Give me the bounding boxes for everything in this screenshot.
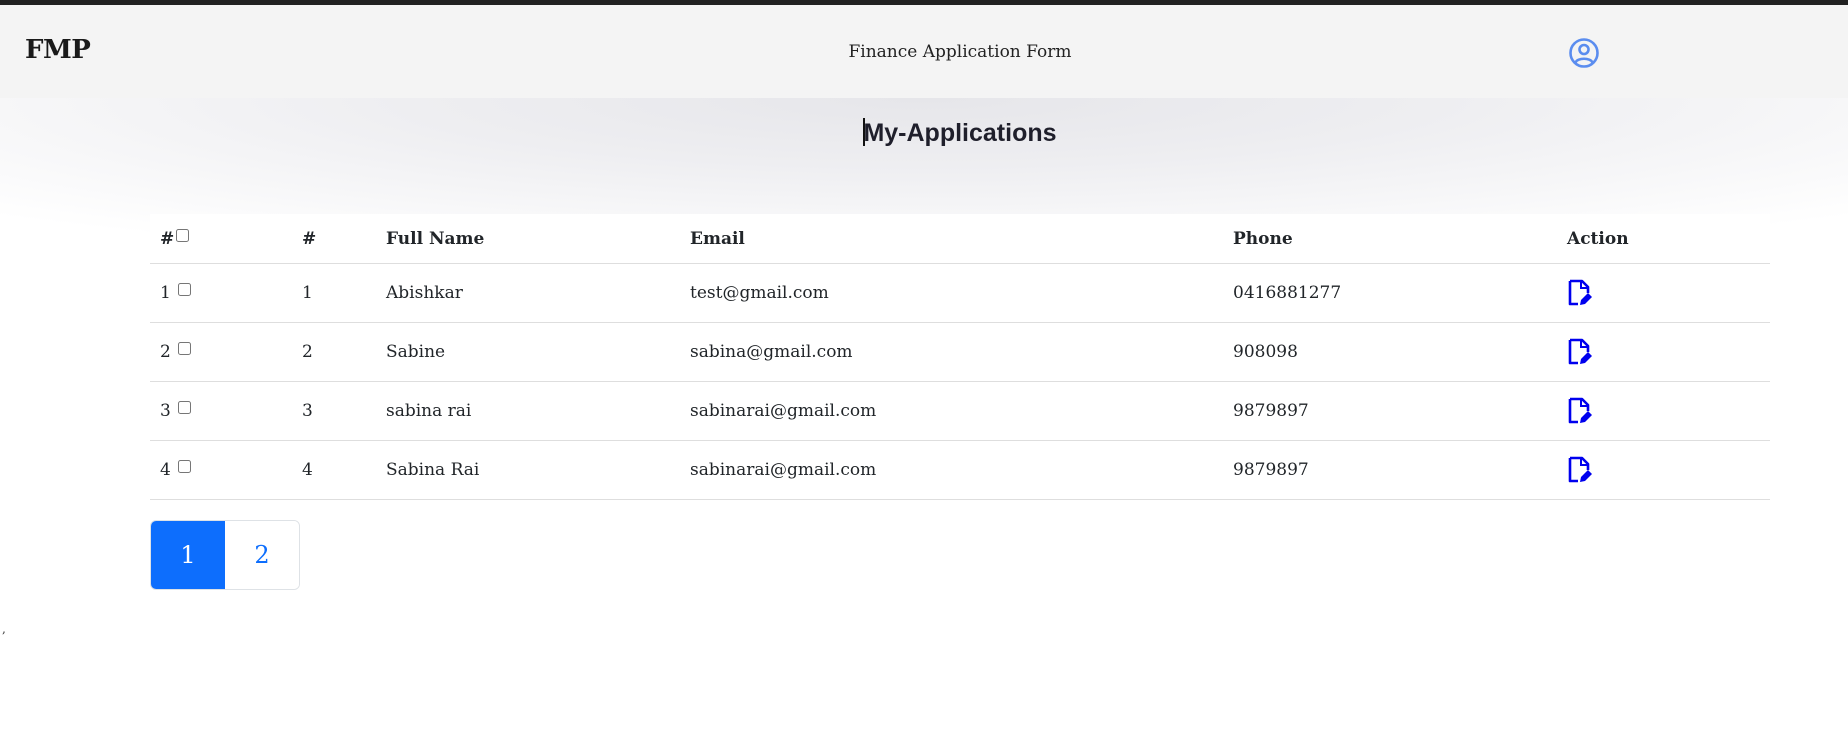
row-id: 4 <box>292 440 376 500</box>
row-action-cell <box>1557 381 1770 441</box>
row-select-cell: 2 <box>150 322 292 382</box>
header-action: Action <box>1557 214 1770 264</box>
row-checkbox[interactable] <box>178 401 192 414</box>
edit-document-icon[interactable] <box>1567 397 1593 425</box>
row-action-cell <box>1557 440 1770 500</box>
row-full-name: Sabine <box>376 322 680 382</box>
row-checkbox[interactable] <box>178 460 192 473</box>
row-index: 1 <box>160 283 171 303</box>
table-row: 1 1 Abishkar test@gmail.com 0416881277 <box>150 263 1770 323</box>
row-action-cell <box>1557 322 1770 382</box>
row-id: 2 <box>292 322 376 382</box>
page-title: My-Applications <box>0 118 1848 148</box>
page-title-text: My-Applications <box>863 119 1057 147</box>
table-row: 4 4 Sabina Rai sabinarai@gmail.com 98798… <box>150 440 1770 500</box>
header-email: Email <box>680 214 1223 264</box>
row-phone: 0416881277 <box>1223 263 1557 323</box>
edit-document-icon[interactable] <box>1567 456 1593 484</box>
header-phone: Phone <box>1223 214 1557 264</box>
row-email: sabinarai@gmail.com <box>680 381 1223 441</box>
page-button-2[interactable]: 2 <box>225 521 299 589</box>
navbar: FMP Finance Application Form <box>0 5 1848 98</box>
edit-document-icon[interactable] <box>1567 338 1593 366</box>
select-all-checkbox[interactable] <box>176 228 190 242</box>
row-email: sabina@gmail.com <box>680 322 1223 382</box>
applications-table: # # Full Name Email Phone Action 1 1 Abi… <box>150 214 1770 500</box>
edit-document-icon[interactable] <box>1567 279 1593 307</box>
row-index: 4 <box>160 460 171 480</box>
stray-text: , <box>2 622 6 636</box>
page-button-1[interactable]: 1 <box>151 521 225 589</box>
row-id: 1 <box>292 263 376 323</box>
table-row: 2 2 Sabine sabina@gmail.com 908098 <box>150 322 1770 382</box>
row-select-cell: 4 <box>150 440 292 500</box>
table-header-row: # # Full Name Email Phone Action <box>150 214 1770 264</box>
row-full-name: Sabina Rai <box>376 440 680 500</box>
applications-table-wrapper: # # Full Name Email Phone Action 1 1 Abi… <box>150 214 1770 500</box>
header-full-name: Full Name <box>376 214 680 264</box>
row-index: 2 <box>160 342 171 362</box>
header-select-label: # <box>160 228 175 249</box>
user-circle-icon[interactable] <box>1568 37 1600 69</box>
row-email: test@gmail.com <box>680 263 1223 323</box>
table-row: 3 3 sabina rai sabinarai@gmail.com 98798… <box>150 381 1770 441</box>
row-id: 3 <box>292 381 376 441</box>
header-id: # <box>292 214 376 264</box>
row-phone: 9879897 <box>1223 381 1557 441</box>
row-email: sabinarai@gmail.com <box>680 440 1223 500</box>
row-phone: 9879897 <box>1223 440 1557 500</box>
row-phone: 908098 <box>1223 322 1557 382</box>
row-action-cell <box>1557 263 1770 323</box>
row-full-name: sabina rai <box>376 381 680 441</box>
row-checkbox[interactable] <box>178 283 192 296</box>
row-full-name: Abishkar <box>376 263 680 323</box>
row-select-cell: 1 <box>150 263 292 323</box>
row-index: 3 <box>160 401 171 421</box>
pagination: 1 2 <box>150 520 300 590</box>
row-select-cell: 3 <box>150 381 292 441</box>
header-select: # <box>150 214 292 264</box>
row-checkbox[interactable] <box>178 342 192 355</box>
